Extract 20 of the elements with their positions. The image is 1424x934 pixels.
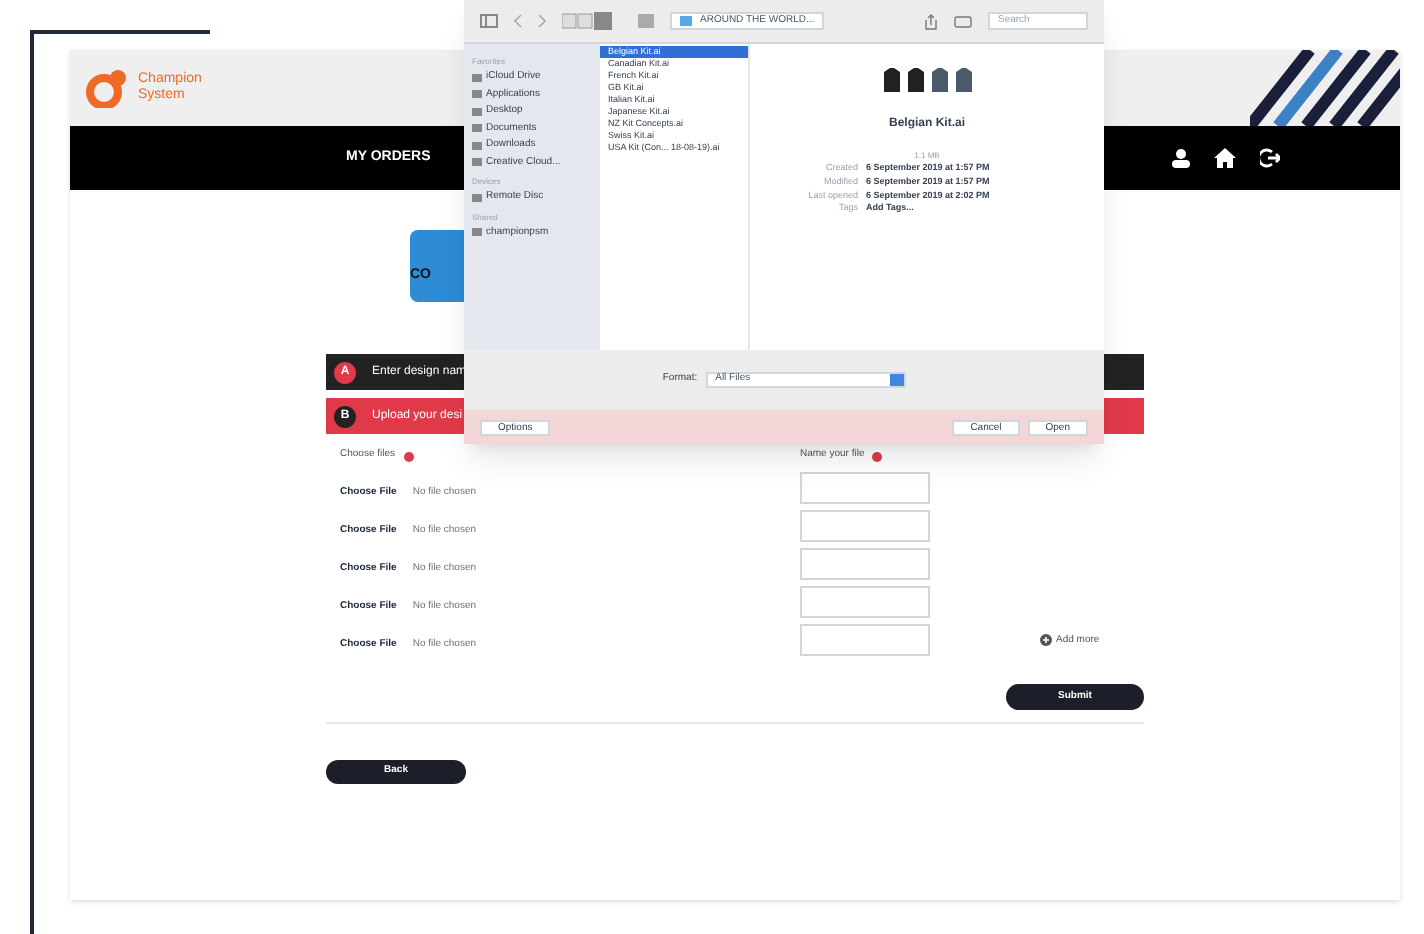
folder-icon — [472, 228, 482, 237]
sidebar-toggle-icon[interactable] — [480, 14, 498, 28]
share-icon[interactable] — [924, 13, 938, 29]
logout-icon[interactable] — [1260, 148, 1280, 168]
folder-icon — [472, 193, 482, 202]
shirts-drawing — [879, 68, 975, 92]
user-icon[interactable] — [1172, 148, 1190, 168]
tag-icon[interactable] — [954, 15, 972, 27]
input-field[interactable] — [800, 472, 930, 504]
logo-icon — [86, 68, 130, 108]
folder-icon — [680, 16, 692, 26]
forward-icon[interactable] — [538, 14, 546, 28]
input-field[interactable] — [800, 548, 930, 580]
input-field[interactable] — [800, 586, 930, 618]
input-field[interactable] — [800, 510, 930, 542]
back-icon[interactable] — [514, 14, 522, 28]
home-icon[interactable] — [1214, 148, 1236, 168]
plus-icon — [1040, 634, 1052, 647]
grid-icon[interactable] — [638, 14, 654, 28]
input-field[interactable] — [800, 624, 930, 656]
